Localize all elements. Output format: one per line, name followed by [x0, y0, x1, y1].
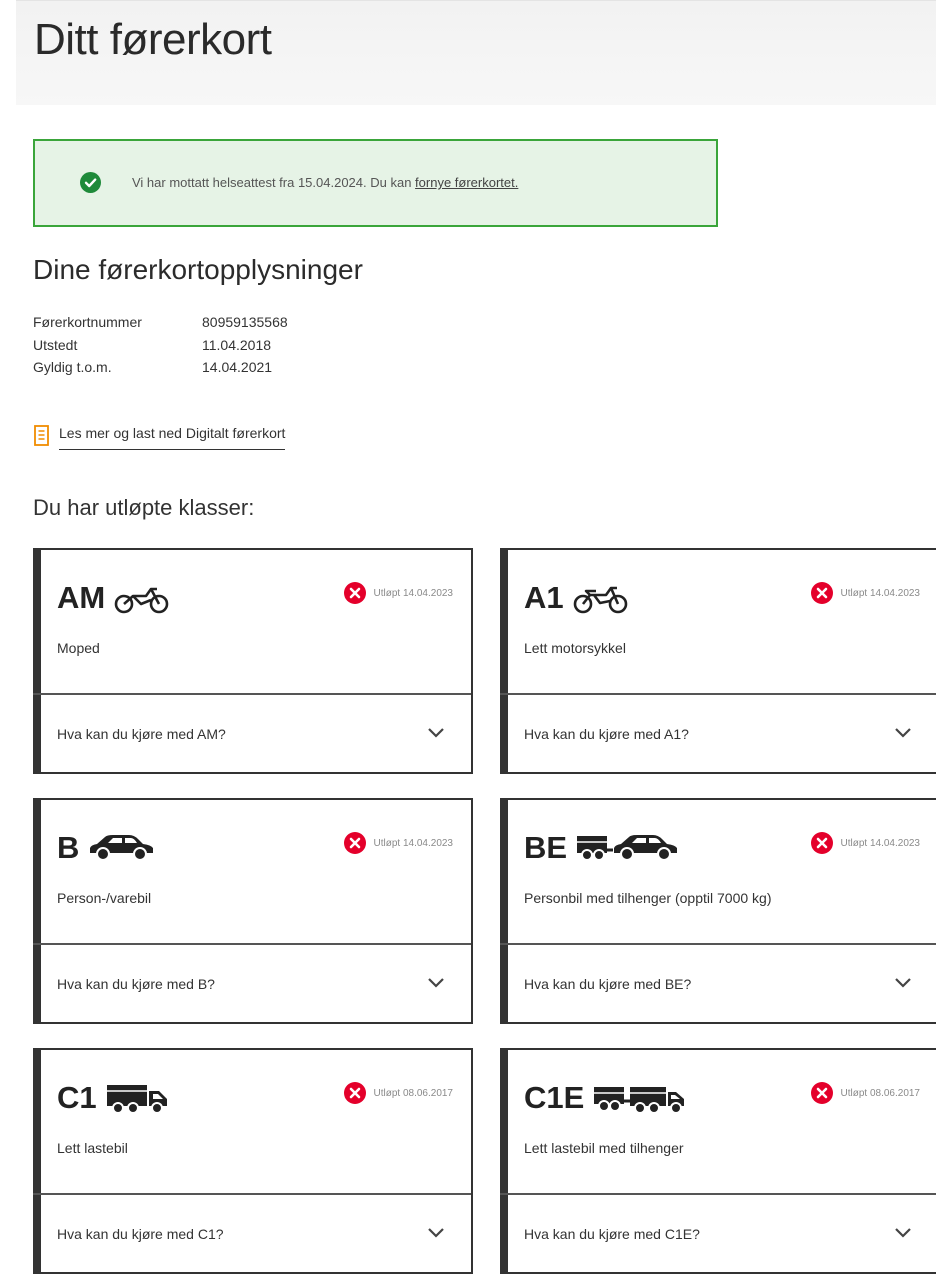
car-trailer-icon — [577, 835, 678, 861]
expiry-date: Utløpt 08.06.2017 — [373, 1087, 454, 1099]
info-value: 11.04.2018 — [202, 336, 272, 353]
license-info: Førerkortnummer 80959135568 Utstedt 11.0… — [33, 314, 288, 382]
license-class-card: C1 Utløpt 08.06.2017 Lett lastebil Hva k… — [33, 1048, 473, 1274]
class-code: BE — [524, 830, 679, 866]
expand-class-toggle[interactable]: Hva kan du kjøre med C1E? — [508, 1195, 936, 1274]
alert-text: Vi har mottatt helseattest fra 15.04.202… — [132, 175, 416, 190]
chevron-down-icon — [895, 1228, 911, 1238]
digital-license-link[interactable]: Les mer og last ned Digitalt førerkort — [59, 423, 286, 450]
chevron-down-icon — [895, 728, 911, 738]
error-circle-icon — [343, 582, 366, 604]
error-circle-icon — [343, 832, 366, 854]
class-code: A1 — [524, 580, 630, 616]
class-code-text: C1E — [524, 1080, 585, 1115]
page-title: Ditt førerkort — [34, 15, 272, 64]
info-row: Gyldig t.o.m. 14.04.2021 — [33, 359, 288, 382]
status-badge: Utløpt 14.04.2023 — [343, 582, 454, 604]
expiry-date: Utløpt 08.06.2017 — [840, 1087, 921, 1099]
license-class-card: BE Utløpt 14.04.2023 Personbil med tilhe… — [500, 798, 936, 1024]
card-header: AM Utløpt 14.04.2023 Moped — [41, 550, 471, 694]
expiry-date: Utløpt 14.04.2023 — [373, 837, 454, 849]
alert-message: Vi har mottatt helseattest fra 15.04.202… — [132, 175, 518, 190]
license-class-card: A1 Utløpt 14.04.2023 Lett motorsykkel Hv… — [500, 548, 936, 774]
class-code-text: C1 — [57, 1080, 97, 1115]
class-description: Lett motorsykkel — [524, 640, 626, 656]
info-label: Utstedt — [33, 336, 78, 353]
class-description: Moped — [57, 640, 100, 656]
expiry-date: Utløpt 14.04.2023 — [840, 587, 921, 599]
class-code-text: B — [57, 830, 80, 865]
document-icon — [34, 425, 49, 446]
expand-class-label: Hva kan du kjøre med A1? — [524, 726, 689, 742]
class-code-text: AM — [57, 580, 106, 615]
info-value: 80959135568 — [202, 314, 288, 330]
chevron-down-icon — [895, 978, 911, 988]
class-code-text: A1 — [524, 580, 564, 615]
motorcycle-icon — [573, 586, 627, 614]
chevron-down-icon — [428, 728, 444, 738]
expand-class-label: Hva kan du kjøre med AM? — [57, 726, 226, 742]
license-class-card: AM Utløpt 14.04.2023 Moped Hva kan du kj… — [33, 548, 473, 774]
class-code: B — [57, 830, 157, 866]
moped-icon — [114, 587, 169, 614]
expired-classes-title: Du har utløpte klasser: — [33, 495, 255, 520]
download-link-row: Les mer og last ned Digitalt førerkort — [33, 423, 286, 453]
page-header: Ditt førerkort — [16, 0, 936, 105]
error-circle-icon — [343, 1082, 366, 1104]
error-circle-icon — [810, 582, 833, 604]
truck-trailer-icon — [594, 1087, 685, 1114]
class-code: C1 — [57, 1080, 169, 1116]
class-code: AM — [57, 580, 171, 616]
info-row: Utstedt 11.04.2018 — [33, 337, 288, 360]
class-description: Person-/varebil — [57, 890, 152, 906]
expiry-date: Utløpt 14.04.2023 — [373, 587, 454, 599]
error-circle-icon — [810, 832, 833, 854]
card-header: BE Utløpt 14.04.2023 Personbil med tilhe… — [508, 800, 936, 944]
chevron-down-icon — [428, 1228, 444, 1238]
info-value: 14.04.2021 — [202, 359, 273, 375]
status-badge: Utløpt 08.06.2017 — [343, 1082, 454, 1104]
info-label: Førerkortnummer — [33, 314, 142, 330]
card-header: C1E Utløpt 08.06.2017 Lett lastebil med … — [508, 1050, 936, 1194]
status-badge: Utløpt 08.06.2017 — [810, 1082, 921, 1104]
expand-class-toggle[interactable]: Hva kan du kjøre med AM? — [41, 695, 471, 774]
status-badge: Utløpt 14.04.2023 — [343, 832, 454, 854]
truck-icon — [106, 1085, 167, 1114]
expiry-date: Utløpt 14.04.2023 — [840, 837, 921, 849]
renew-license-link[interactable]: fornye førerkortet. — [415, 175, 518, 190]
class-code-text: BE — [524, 830, 568, 865]
expand-class-toggle[interactable]: Hva kan du kjøre med A1? — [508, 695, 936, 774]
info-row: Førerkortnummer 80959135568 — [33, 314, 288, 337]
error-circle-icon — [810, 1082, 833, 1104]
car-icon — [90, 835, 154, 861]
section-title: Dine førerkortopplysninger — [33, 254, 363, 285]
card-header: C1 Utløpt 08.06.2017 Lett lastebil — [41, 1050, 471, 1194]
class-description: Lett lastebil — [57, 1140, 128, 1156]
check-circle-icon — [80, 172, 101, 193]
info-label: Gyldig t.o.m. — [33, 359, 112, 375]
class-description: Personbil med tilhenger (opptil 7000 kg) — [524, 890, 772, 906]
chevron-down-icon — [428, 978, 444, 988]
expand-class-toggle[interactable]: Hva kan du kjøre med C1? — [41, 1195, 471, 1274]
expand-class-label: Hva kan du kjøre med B? — [57, 976, 215, 992]
expand-class-toggle[interactable]: Hva kan du kjøre med B? — [41, 945, 471, 1024]
class-description: Lett lastebil med tilhenger — [524, 1140, 684, 1156]
expand-class-toggle[interactable]: Hva kan du kjøre med BE? — [508, 945, 936, 1024]
class-code: C1E — [524, 1080, 688, 1116]
card-header: A1 Utløpt 14.04.2023 Lett motorsykkel — [508, 550, 936, 694]
expand-class-label: Hva kan du kjøre med C1? — [57, 1226, 224, 1242]
card-header: B Utløpt 14.04.2023 Person-/varebil — [41, 800, 471, 944]
expand-class-label: Hva kan du kjøre med BE? — [524, 976, 692, 992]
status-badge: Utløpt 14.04.2023 — [810, 582, 921, 604]
license-class-card: C1E Utløpt 08.06.2017 Lett lastebil med … — [500, 1048, 936, 1274]
expand-class-label: Hva kan du kjøre med C1E? — [524, 1226, 700, 1242]
status-badge: Utløpt 14.04.2023 — [810, 832, 921, 854]
success-alert: Vi har mottatt helseattest fra 15.04.202… — [33, 139, 718, 227]
license-class-card: B Utløpt 14.04.2023 Person-/varebil Hva … — [33, 798, 473, 1024]
